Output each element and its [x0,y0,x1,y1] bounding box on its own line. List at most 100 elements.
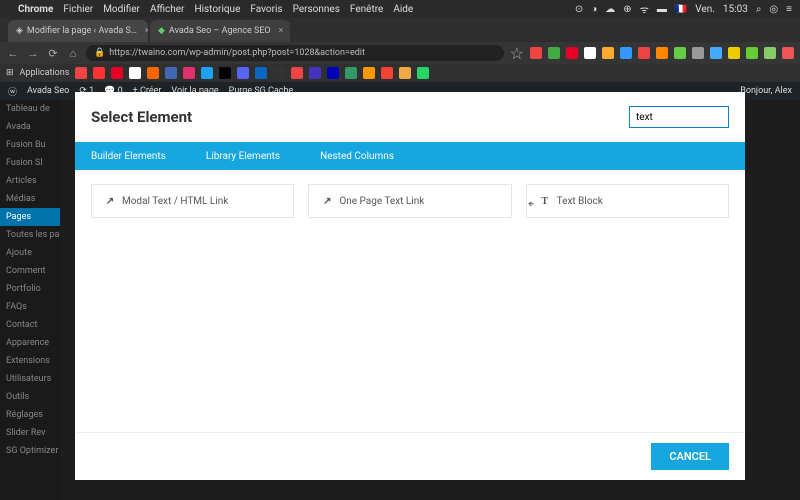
bookmark-icon[interactable] [111,67,123,79]
menu-item[interactable]: Modifier [103,4,140,15]
extension-icon[interactable] [638,47,650,59]
sidebar-item[interactable]: Avada [0,118,60,136]
bookmark-icon[interactable] [237,67,249,79]
back-icon[interactable]: ← [6,46,20,60]
element-label: Text Block [557,196,603,207]
extension-icon[interactable] [548,47,560,59]
sidebar-item[interactable]: Ajoute [0,244,60,262]
bookmark-icon[interactable] [93,67,105,79]
element-modal-text-link[interactable]: ↗ Modal Text / HTML Link [91,184,294,218]
greeting[interactable]: Bonjour, Alex [740,86,792,96]
browser-tab[interactable]: ◈ Modifier la page ‹ Avada S… × [8,20,148,42]
browser-toolbar: ← → ⟳ ⌂ 🔒 https://twaino.com/wp-admin/po… [0,42,800,64]
sidebar-item[interactable]: Extensions [0,352,60,370]
close-icon[interactable]: × [279,26,284,36]
bookmark-icon[interactable] [309,67,321,79]
forward-icon[interactable]: → [26,46,40,60]
app-name[interactable]: Chrome [18,4,53,15]
sidebar-item[interactable]: Fusion Bu [0,136,60,154]
bookmark-icon[interactable] [75,67,87,79]
extension-icon[interactable] [728,47,740,59]
bookmark-icon[interactable] [219,67,231,79]
bookmark-icon[interactable] [381,67,393,79]
sidebar-item[interactable]: Fusion Sl [0,154,60,172]
menu-item[interactable]: Aide [393,4,413,15]
extension-icon[interactable] [782,47,794,59]
extension-icon[interactable] [674,47,686,59]
bookmark-icon[interactable] [129,67,141,79]
tab-library-elements[interactable]: Library Elements [206,144,280,169]
menu-icon[interactable]: ≡ [786,4,792,15]
reload-icon[interactable]: ⟳ [46,46,60,60]
sidebar-item[interactable]: Utilisateurs [0,370,60,388]
apps-icon[interactable]: ⊞ [6,68,14,78]
menu-item[interactable]: Personnes [293,4,340,15]
bookmark-icon[interactable] [273,67,285,79]
extension-icon[interactable] [620,47,632,59]
search-input[interactable] [629,106,729,128]
address-bar[interactable]: 🔒 https://twaino.com/wp-admin/post.php?p… [86,45,504,61]
bookmark-icon[interactable] [165,67,177,79]
battery-icon: ▬ [657,4,667,15]
menu-item[interactable]: Afficher [150,4,185,15]
sidebar-item[interactable]: Toutes les pag [0,226,60,244]
extension-icon[interactable] [746,47,758,59]
sidebar-item[interactable]: Pages [0,208,60,226]
bookmark-icons [75,67,429,79]
bookmark-icon[interactable] [327,67,339,79]
menu-item[interactable]: Historique [194,4,240,15]
extension-icon[interactable] [584,47,596,59]
extension-icon[interactable] [692,47,704,59]
tab-nested-columns[interactable]: Nested Columns [320,144,394,169]
sidebar-item[interactable]: Portfolio [0,280,60,298]
sidebar-item[interactable]: Tableau de [0,100,60,118]
sidebar-item[interactable]: Réglages [0,406,60,424]
extension-icon[interactable] [710,47,722,59]
element-label: Modal Text / HTML Link [122,196,228,207]
siri-icon[interactable]: ◎ [769,4,778,15]
star-icon[interactable]: ☆ [510,44,524,63]
sidebar-item[interactable]: Outils [0,388,60,406]
bookmark-icon[interactable] [255,67,267,79]
tab-builder-elements[interactable]: Builder Elements [91,144,166,169]
sidebar-item[interactable]: Articles [0,172,60,190]
wp-logo-icon[interactable]: ⓦ [8,85,17,98]
bookmark-icon[interactable] [363,67,375,79]
bookmark-icon[interactable] [291,67,303,79]
menu-item[interactable]: Fenêtre [350,4,383,15]
bookmark-icon[interactable] [417,67,429,79]
bookmark-icon[interactable] [201,67,213,79]
sidebar-item[interactable]: Médias [0,190,60,208]
bookmarks-label[interactable]: Applications [20,68,70,78]
bookmark-icon[interactable] [399,67,411,79]
extension-icon[interactable] [656,47,668,59]
mac-menubar: Chrome Fichier Modifier Afficher Histori… [0,0,800,18]
bookmark-icon[interactable] [183,67,195,79]
extension-icon[interactable] [530,47,542,59]
extension-icon[interactable] [602,47,614,59]
extension-icon[interactable] [566,47,578,59]
sidebar-item[interactable]: Contact [0,316,60,334]
sidebar-item[interactable]: FAQs [0,298,60,316]
cancel-button[interactable]: CANCEL [651,443,729,470]
close-icon[interactable]: × [145,26,148,36]
element-one-page-text-link[interactable]: ↗ One Page Text Link [308,184,511,218]
sidebar-item[interactable]: Comment [0,262,60,280]
sidebar-item[interactable]: SG Optimizer [0,442,60,460]
home-icon[interactable]: ⌂ [66,46,80,60]
bookmark-icon[interactable] [147,67,159,79]
menu-item[interactable]: Favoris [250,4,282,15]
search-icon[interactable]: ⌕ [756,4,762,15]
modal-tabs: Builder Elements Library Elements Nested… [75,142,745,170]
extension-icon[interactable] [764,47,776,59]
browser-tab[interactable]: ◆ Avada Seo – Agence SEO × [150,20,290,42]
bookmark-icon[interactable] [345,67,357,79]
sidebar-item[interactable]: Slider Rev [0,424,60,442]
site-name[interactable]: Avada Seo [27,86,69,96]
modal-header: Select Element [75,92,745,142]
modal-footer: CANCEL [75,432,745,480]
status-icon: ⊕ [623,4,631,15]
menu-item[interactable]: Fichier [63,4,93,15]
element-text-block[interactable]: T Text Block [526,184,729,218]
sidebar-item[interactable]: Apparence [0,334,60,352]
